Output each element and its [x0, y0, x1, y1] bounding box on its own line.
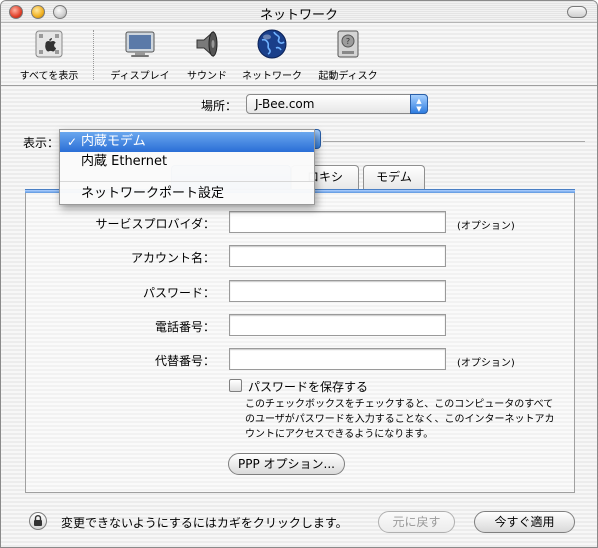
tab-content-panel	[25, 193, 575, 493]
toolbar-displays-label: ディスプレイ	[110, 71, 170, 82]
apple-logo-icon	[35, 30, 63, 58]
telephone-number-field[interactable]	[229, 314, 446, 336]
menu-item-internal-modem[interactable]: ✓ 内蔵モデム	[60, 132, 314, 152]
save-password-label[interactable]: パスワードを保存する	[248, 378, 368, 395]
password-field[interactable]	[229, 280, 446, 302]
lock-icon[interactable]	[29, 512, 47, 530]
password-label: パスワード：	[142, 286, 215, 300]
menu-item-built-in-ethernet[interactable]: 内蔵 Ethernet	[60, 152, 314, 172]
hard-disk-icon: ?	[337, 30, 359, 58]
save-password-help-text: このチェックボックスをチェックすると、このコンピュータのすべてのユーザがパスワー…	[245, 399, 555, 440]
toolbar-show-all[interactable]: すべてを表示	[13, 28, 85, 82]
toolbar-startup-disk[interactable]: ? 起動ディスク	[313, 28, 383, 82]
alternate-number-label: 代替番号：	[154, 354, 215, 368]
network-preferences-window: ネットワーク すべてを表示 ディスプレイ サウンド ネットワーク ? 起動ディス…	[0, 0, 598, 548]
save-password-checkbox[interactable]	[229, 379, 242, 392]
location-popup[interactable]: J-Bee.com ▲ ▼	[246, 94, 428, 114]
globe-icon	[257, 29, 287, 59]
service-provider-label: サービスプロバイダ：	[95, 217, 215, 231]
toolbar-network-label: ネットワーク	[242, 71, 302, 82]
checkmark-icon: ✓	[67, 135, 78, 149]
updown-arrows-icon: ▲ ▼	[410, 94, 428, 114]
account-name-label: アカウント名：	[130, 251, 215, 265]
lock-instruction-text: 変更できないようにするにはカギをクリックします。	[61, 516, 348, 530]
menu-item-built-in-ethernet-label: 内蔵 Ethernet	[81, 154, 168, 169]
title-bar: ネットワーク	[1, 1, 597, 23]
svg-text:?: ?	[346, 37, 350, 46]
alternate-number-optional: (オプション)	[457, 358, 515, 369]
tab-modem-label: モデム	[376, 170, 412, 184]
toolbar-startup-disk-label: 起動ディスク	[318, 71, 378, 82]
service-provider-optional: (オプション)	[457, 221, 515, 232]
show-label: 表示：	[23, 136, 60, 150]
service-provider-field[interactable]	[229, 211, 446, 233]
telephone-number-label: 電話番号：	[154, 320, 215, 334]
divider-line	[323, 141, 585, 142]
location-value: J-Bee.com	[255, 97, 315, 111]
apply-now-button[interactable]: 今すぐ適用	[474, 511, 575, 533]
revert-button[interactable]: 元に戻す	[378, 511, 455, 533]
toolbar-displays[interactable]: ディスプレイ	[104, 28, 176, 82]
location-label: 場所：	[201, 99, 238, 113]
toolbar-sound-label: サウンド	[187, 71, 227, 82]
toolbar-sound[interactable]: サウンド	[178, 28, 236, 82]
tab-modem[interactable]: モデム	[363, 165, 425, 189]
toolbar-separator	[93, 30, 94, 80]
toolbar: すべてを表示 ディスプレイ サウンド ネットワーク ? 起動ディスク	[1, 24, 597, 86]
menu-item-network-port-configurations[interactable]: ネットワークポート設定	[60, 184, 314, 204]
toolbar-network[interactable]: ネットワーク	[237, 28, 307, 82]
ppp-options-button[interactable]: PPP オプション...	[228, 453, 345, 475]
show-popup-menu: ✓ 内蔵モデム 内蔵 Ethernet ネットワークポート設定	[59, 129, 315, 205]
window-title: ネットワーク	[259, 8, 338, 23]
account-name-field[interactable]	[229, 245, 446, 267]
display-icon	[125, 31, 155, 57]
menu-separator	[60, 181, 314, 182]
speaker-icon	[196, 30, 218, 58]
toolbar-show-all-label: すべてを表示	[19, 71, 79, 82]
padlock-glyph-icon	[34, 515, 42, 526]
menu-item-network-port-configurations-label: ネットワークポート設定	[81, 186, 225, 201]
alternate-number-field[interactable]	[229, 348, 446, 370]
menu-item-internal-modem-label: 内蔵モデム	[81, 134, 146, 149]
toolbar-toggle-button[interactable]	[567, 6, 587, 18]
